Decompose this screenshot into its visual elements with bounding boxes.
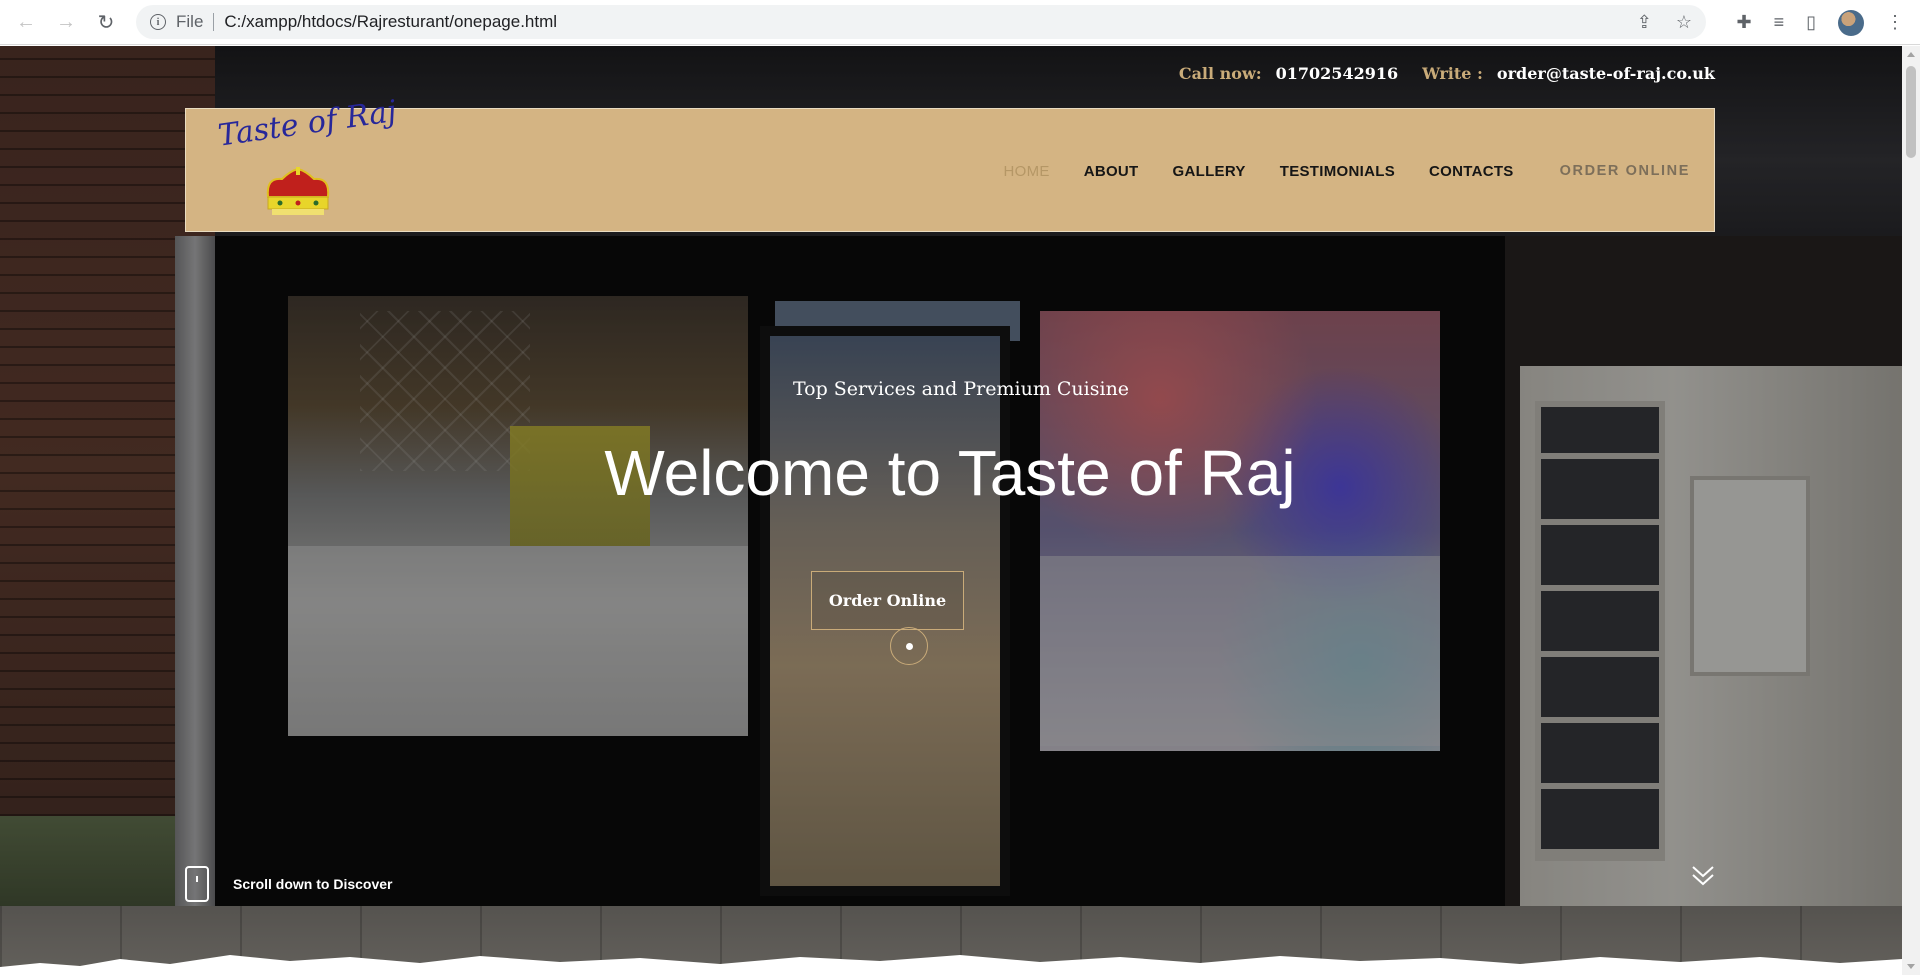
slider-dot-indicator[interactable] [890,627,928,665]
hero-subtitle: Top Services and Premium Cuisine [792,378,1130,400]
site-header: Taste of Raj HOME ABOUT GALLERY TESTIMON… [185,94,1715,233]
kebab-menu-icon[interactable]: ⋮ [1886,12,1904,33]
write-label: Write : [1422,64,1483,83]
media-queue-icon[interactable]: ≡ [1774,12,1785,33]
share-icon[interactable]: ⇪ [1637,12,1652,33]
reload-button[interactable]: ↻ [86,2,126,42]
call-label: Call now: [1178,64,1262,83]
omnibox-divider [213,13,215,31]
site-logo[interactable]: Taste of Raj [216,94,399,223]
nav-order-online[interactable]: ORDER ONLINE [1560,163,1690,179]
url-text[interactable]: C:/xampp/htdocs/Rajresturant/onepage.htm… [224,12,557,32]
scroll-up-arrow-icon[interactable] [1907,52,1915,57]
arrow-right-icon: → [56,10,76,33]
slider-dot [905,642,913,650]
hero-title: Welcome to Taste of Raj [604,437,1296,509]
double-chevron-down-icon[interactable] [1690,864,1716,888]
scroll-down-arrow-icon[interactable] [1907,964,1915,969]
puzzle-icon[interactable]: ✚ [1736,12,1751,33]
page-scrollbar[interactable] [1902,46,1920,975]
crown-icon [266,167,330,215]
omnibox-actions: ⇪ ☆ [1637,5,1692,39]
browser-actions: ✚ ≡ ▯ ⋮ [1736,0,1904,45]
main-nav: HOME ABOUT GALLERY TESTIMONIALS CONTACTS… [969,109,1690,233]
mouse-icon [185,866,209,902]
hero-title-wrap: Welcome to Taste of Raj [0,436,1902,510]
scrollbar-thumb[interactable] [1906,66,1916,158]
address-bar[interactable]: i File C:/xampp/htdocs/Rajresturant/onep… [136,5,1706,39]
email-link[interactable]: order@taste-of-raj.co.uk [1497,64,1715,83]
order-online-button[interactable]: Order Online [811,571,964,630]
star-icon[interactable]: ☆ [1676,12,1692,33]
phone-link[interactable]: 01702542916 [1276,64,1398,83]
nav-about[interactable]: ABOUT [1084,163,1139,180]
forward-button[interactable]: → [46,2,86,42]
scroll-hint-text: Scroll down to Discover [233,876,393,892]
back-button[interactable]: ← [6,2,46,42]
profile-avatar[interactable] [1838,9,1864,36]
info-icon[interactable]: i [150,14,166,30]
hero-subtitle-wrap: Top Services and Premium Cuisine [0,378,1902,400]
browser-toolbar: ← → ↻ i File C:/xampp/htdocs/Rajresturan… [0,0,1920,45]
nav-testimonials[interactable]: TESTIMONIALS [1280,163,1395,180]
contact-bar: Call now: 01702542916 Write : order@tast… [1179,64,1715,83]
arrow-left-icon: ← [16,10,36,33]
torn-paper-edge [0,955,1902,975]
page-viewport: Call now: 01702542916 Write : order@tast… [0,46,1902,975]
nav-contacts[interactable]: CONTACTS [1429,163,1514,180]
scheme-label: File [176,12,204,31]
nav-home[interactable]: HOME [1003,163,1049,180]
nav-gallery[interactable]: GALLERY [1173,163,1246,180]
reload-icon: ↻ [97,11,115,34]
scroll-hint[interactable]: Scroll down to Discover [185,866,392,902]
side-panel-icon[interactable]: ▯ [1806,12,1816,33]
